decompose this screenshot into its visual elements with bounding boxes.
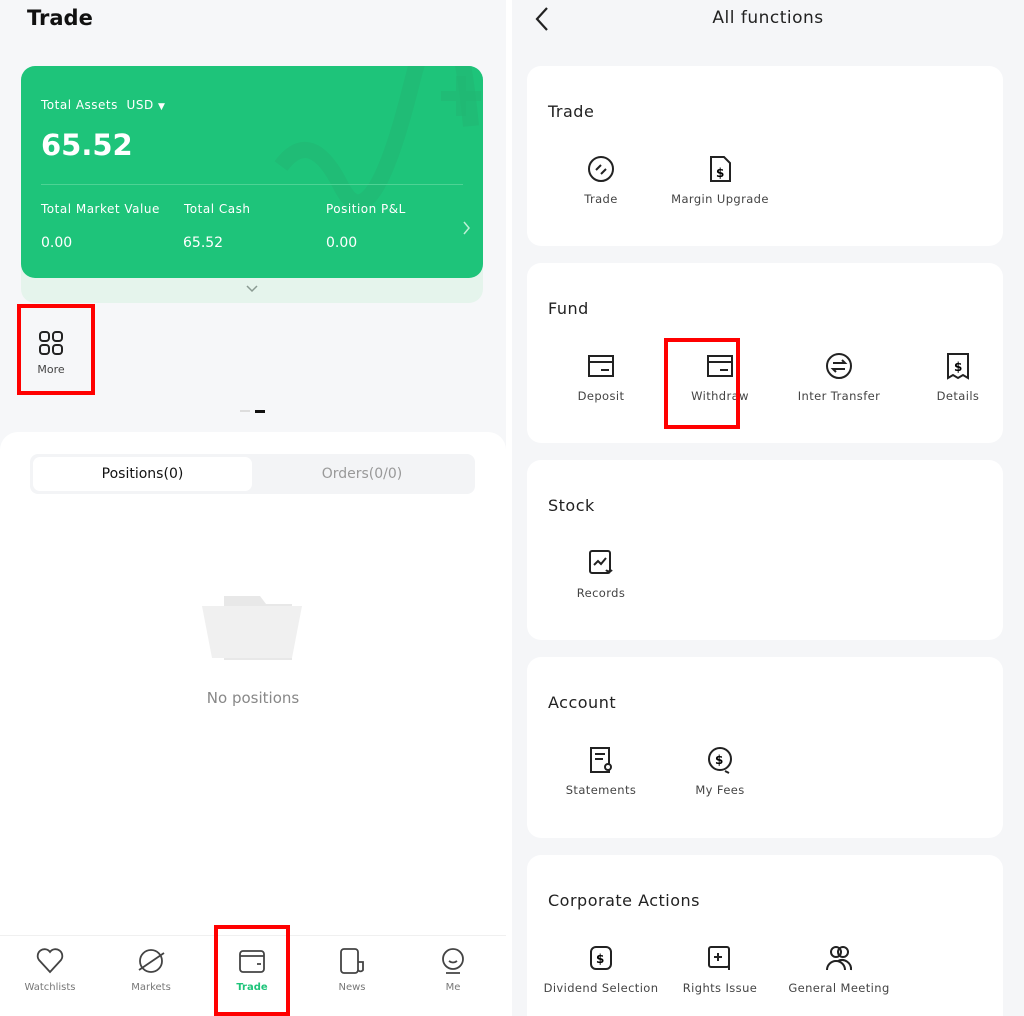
fn-details[interactable]: $ Details bbox=[899, 351, 1017, 403]
section-corporate-actions: Corporate Actions $ Dividend Selection Ri… bbox=[527, 855, 1003, 1016]
total-assets-value: 65.52 bbox=[41, 128, 133, 162]
bottom-nav: Watchlists Markets Trade News Me bbox=[0, 935, 506, 1016]
fn-label: Rights Issue bbox=[682, 981, 758, 995]
fn-records[interactable]: Records bbox=[542, 548, 660, 600]
dividend-icon: $ bbox=[590, 946, 612, 970]
chevron-down-icon bbox=[246, 285, 258, 293]
withdraw-icon bbox=[707, 355, 733, 377]
tab-orders[interactable]: Orders(0/0) bbox=[252, 457, 472, 491]
page-title: All functions bbox=[712, 8, 824, 28]
more-button[interactable]: More bbox=[25, 330, 77, 376]
divider bbox=[41, 184, 463, 185]
svg-text:$: $ bbox=[954, 360, 963, 374]
fn-label: Inter Transfer bbox=[797, 389, 881, 403]
nav-markets[interactable]: Markets bbox=[106, 946, 196, 993]
svg-text:$: $ bbox=[716, 166, 725, 180]
more-label: More bbox=[37, 363, 65, 376]
stat-value: 65.52 bbox=[183, 235, 224, 251]
stat-label: Total Cash bbox=[184, 202, 251, 216]
section-fund: Fund Deposit Withdraw Inter Transfer $ De… bbox=[527, 263, 1003, 443]
newspaper-icon bbox=[340, 948, 364, 974]
fn-withdraw[interactable]: Withdraw bbox=[661, 351, 779, 403]
fn-deposit[interactable]: Deposit bbox=[542, 351, 660, 403]
fn-label: My Fees bbox=[695, 783, 745, 797]
nav-label: Markets bbox=[131, 982, 171, 993]
fn-label: Records bbox=[576, 586, 626, 600]
currency-selector[interactable]: Total Assets USD ▼ bbox=[41, 98, 165, 112]
planet-icon bbox=[138, 949, 165, 973]
fn-margin-upgrade[interactable]: $ Margin Upgrade bbox=[661, 154, 779, 206]
section-trade: Trade Trade $ Margin Upgrade bbox=[527, 66, 1003, 246]
fn-dividend-selection[interactable]: $ Dividend Selection bbox=[542, 943, 660, 995]
nav-news[interactable]: News bbox=[307, 946, 397, 993]
avatar-icon bbox=[442, 948, 464, 974]
fn-label: General Meeting bbox=[788, 981, 890, 995]
fn-label: Statements bbox=[565, 783, 637, 797]
document-dollar-icon: $ bbox=[710, 156, 731, 182]
page-dot-active[interactable] bbox=[255, 410, 265, 413]
grid-icon bbox=[39, 331, 63, 355]
stat-label: Position P&L bbox=[326, 202, 406, 216]
svg-text:$: $ bbox=[715, 753, 724, 767]
rights-issue-icon bbox=[708, 946, 730, 970]
section-title: Fund bbox=[548, 299, 589, 318]
receipt-icon: $ bbox=[947, 353, 969, 380]
fn-my-fees[interactable]: $ My Fees bbox=[661, 745, 779, 797]
page-title: Trade bbox=[27, 6, 93, 30]
svg-text:$: $ bbox=[596, 952, 605, 966]
wallet-icon bbox=[239, 950, 265, 973]
fn-inter-transfer[interactable]: Inter Transfer bbox=[780, 351, 898, 403]
fn-label: Withdraw bbox=[691, 389, 749, 403]
total-assets-card[interactable]: Total Assets USD ▼ 65.52 Total Market Va… bbox=[21, 66, 483, 278]
people-icon bbox=[826, 946, 853, 971]
heart-icon bbox=[36, 948, 64, 974]
stat-value: 0.00 bbox=[326, 235, 358, 251]
stat-label: Total Market Value bbox=[41, 202, 160, 216]
page-dot[interactable] bbox=[240, 410, 250, 412]
nav-label: Watchlists bbox=[24, 982, 76, 993]
total-assets-label: Total Assets bbox=[41, 98, 118, 112]
fees-icon: $ bbox=[708, 747, 732, 774]
positions-orders-tabs: Positions(0) Orders(0/0) bbox=[30, 454, 475, 494]
nav-label: Me bbox=[445, 982, 461, 993]
wave-decoration bbox=[274, 66, 481, 211]
section-title: Account bbox=[548, 693, 617, 712]
fn-trade[interactable]: Trade bbox=[542, 154, 660, 206]
fn-rights-issue[interactable]: Rights Issue bbox=[661, 943, 779, 995]
section-account: Account Statements $ My Fees bbox=[527, 657, 1003, 838]
chevron-right-icon[interactable] bbox=[462, 220, 472, 236]
caret-down-icon: ▼ bbox=[158, 102, 166, 112]
section-title: Stock bbox=[548, 496, 595, 515]
statement-icon bbox=[590, 747, 612, 773]
trade-icon bbox=[588, 156, 614, 182]
trade-screen: Trade Total Assets USD ▼ 65.52 Total Mar… bbox=[0, 0, 506, 1016]
fn-label: Trade bbox=[584, 192, 618, 206]
section-stock: Stock Records bbox=[527, 460, 1003, 640]
nav-watchlists[interactable]: Watchlists bbox=[5, 946, 95, 993]
currency: USD bbox=[126, 98, 154, 112]
fn-label: Dividend Selection bbox=[543, 981, 659, 995]
empty-folder-icon bbox=[202, 596, 302, 660]
nav-trade[interactable]: Trade bbox=[207, 946, 297, 993]
nav-label: News bbox=[338, 982, 366, 993]
fn-label: Details bbox=[936, 389, 980, 403]
stat-value: 0.00 bbox=[41, 235, 73, 251]
all-functions-screen: All functions Trade Trade $ Margin Upgrad… bbox=[512, 0, 1024, 1016]
fn-statements[interactable]: Statements bbox=[542, 745, 660, 797]
fn-label: Margin Upgrade bbox=[671, 192, 769, 206]
nav-me[interactable]: Me bbox=[408, 946, 498, 993]
fn-label: Deposit bbox=[577, 389, 625, 403]
transfer-icon bbox=[826, 353, 852, 379]
nav-label: Trade bbox=[236, 982, 268, 993]
empty-state-text: No positions bbox=[206, 689, 300, 707]
section-title: Trade bbox=[548, 102, 595, 121]
fn-general-meeting[interactable]: General Meeting bbox=[780, 943, 898, 995]
deposit-icon bbox=[588, 355, 614, 377]
records-icon bbox=[589, 550, 613, 574]
tab-positions[interactable]: Positions(0) bbox=[33, 457, 252, 491]
section-title: Corporate Actions bbox=[548, 891, 701, 910]
